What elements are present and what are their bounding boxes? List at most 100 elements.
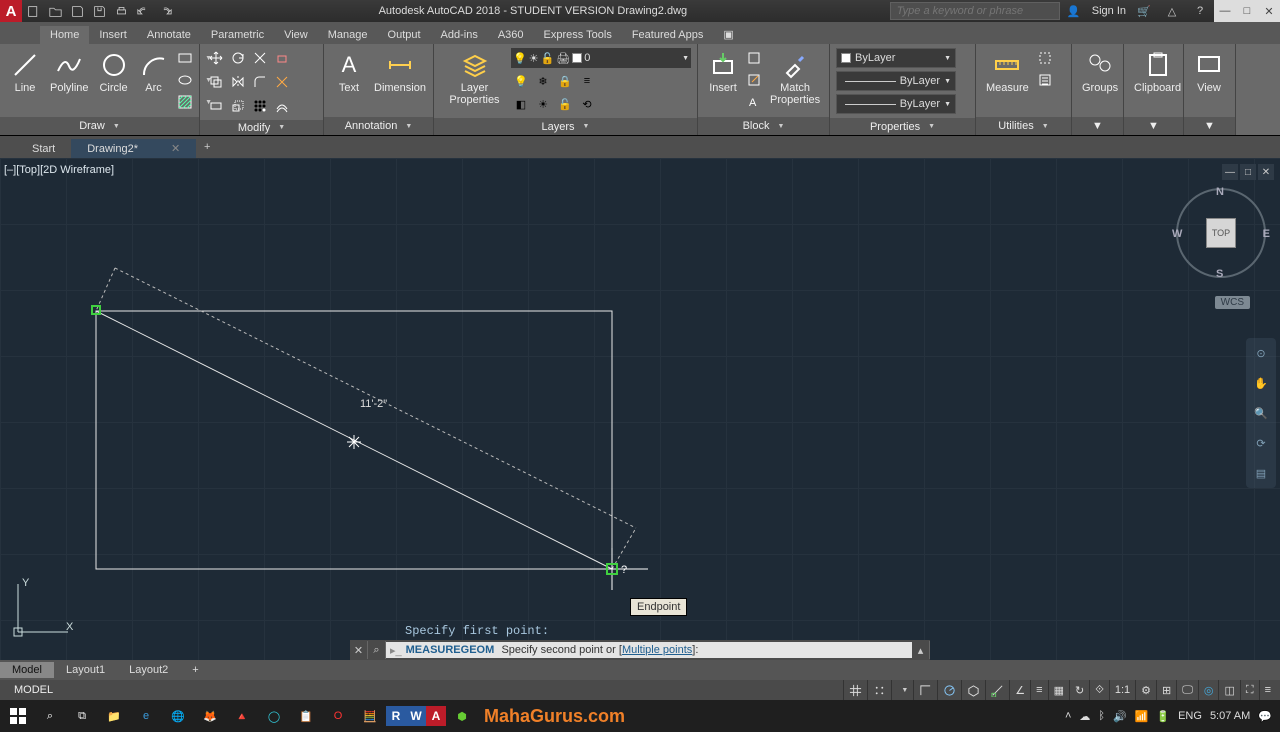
file-tab-new[interactable]: + (196, 136, 218, 158)
panel-draw-title[interactable]: Draw (0, 117, 199, 135)
isodraft-toggle[interactable] (961, 680, 985, 700)
lwt-toggle[interactable]: ≡ (1030, 680, 1047, 700)
layer-properties-button[interactable]: Layer Properties (440, 48, 509, 108)
tray-clock[interactable]: 5:07 AM (1210, 710, 1250, 722)
vlc-icon[interactable]: 🔺 (226, 701, 258, 731)
signin-label[interactable]: Sign In (1092, 5, 1126, 17)
exchange-icon[interactable]: 🛒 (1134, 1, 1154, 21)
cmdline-expand-icon[interactable]: ▴ (912, 641, 930, 659)
tab-expresstools[interactable]: Express Tools (534, 26, 622, 44)
tab-annotate[interactable]: Annotate (137, 26, 201, 44)
trim-icon[interactable] (250, 48, 270, 68)
cleanscreen-icon[interactable]: ⛶ (1240, 680, 1259, 700)
create-block-icon[interactable] (744, 48, 764, 68)
arc-button[interactable]: Arc (135, 48, 173, 96)
file-tab-start[interactable]: Start (16, 140, 71, 158)
search-taskbar-icon[interactable]: ⌕ (34, 701, 66, 731)
layout1-tab[interactable]: Layout1 (54, 662, 117, 678)
match-properties-button[interactable]: Match Properties (766, 48, 824, 108)
gear-icon[interactable]: ⚙ (1135, 680, 1156, 700)
saveas-icon[interactable] (88, 0, 110, 22)
clipboard-button[interactable]: Clipboard (1130, 48, 1185, 96)
orbit-icon[interactable]: ⟳ (1250, 432, 1272, 454)
new-icon[interactable] (22, 0, 44, 22)
cmdline-close-icon[interactable]: ✕ (350, 641, 368, 659)
chrome-icon[interactable]: 🌐 (162, 701, 194, 731)
undo-icon[interactable] (132, 0, 154, 22)
opera-icon[interactable]: O (322, 701, 354, 731)
signin-icon[interactable]: 👤 (1064, 1, 1084, 21)
panel-layers-title[interactable]: Layers (434, 118, 697, 135)
app-icon[interactable]: A (0, 0, 22, 22)
layer-iso-icon[interactable]: ◧ (511, 94, 531, 114)
otrack-toggle[interactable]: ∠ (1009, 680, 1030, 700)
word-icon[interactable]: W (406, 706, 426, 726)
tab-parametric[interactable]: Parametric (201, 26, 274, 44)
file-tab-drawing2[interactable]: Drawing2* ✕ (71, 139, 196, 158)
layer-unlock-icon[interactable]: 🔓 (555, 94, 575, 114)
autocad-taskbar-icon[interactable]: A (426, 706, 446, 726)
viewcube[interactable]: N W E S TOP (1176, 188, 1266, 278)
tab-manage[interactable]: Manage (318, 26, 378, 44)
tray-cloud-icon[interactable]: ☁ (1079, 710, 1090, 723)
layer-prev-icon[interactable]: ⟲ (577, 94, 597, 114)
tray-expand-icon[interactable]: ˄ (1065, 710, 1071, 722)
tray-lang-icon[interactable]: ENG (1178, 710, 1202, 722)
layout2-tab[interactable]: Layout2 (117, 662, 180, 678)
tab-home[interactable]: Home (40, 26, 89, 44)
edit-attr-icon[interactable]: A (744, 92, 764, 112)
transparency-toggle[interactable]: ▦ (1048, 680, 1069, 700)
isolate-icon[interactable]: ◫ (1218, 680, 1239, 700)
edit-block-icon[interactable] (744, 70, 764, 90)
ellipse-icon[interactable] (175, 70, 195, 90)
annoscale-label[interactable]: 1:1 (1109, 680, 1135, 700)
layout-add[interactable]: + (180, 662, 210, 678)
scale-icon[interactable] (228, 96, 248, 116)
panel-clipboard-expand[interactable]: ▼ (1124, 117, 1183, 135)
layer-match-icon[interactable]: ≡ (577, 71, 597, 91)
circle-button[interactable]: Circle (95, 48, 133, 96)
redo-icon[interactable] (154, 0, 176, 22)
start-icon[interactable] (2, 701, 34, 731)
layer-thaw-icon[interactable]: ☀ (533, 94, 553, 114)
linetype-dropdown[interactable]: ByLayer▼ (836, 94, 956, 114)
rectangle-icon[interactable] (175, 48, 195, 68)
panel-groups-expand[interactable]: ▼ (1072, 117, 1123, 135)
lineweight-dropdown[interactable]: ByLayer▼ (836, 71, 956, 91)
polyline-button[interactable]: Polyline (46, 48, 93, 96)
tab-view[interactable]: View (274, 26, 318, 44)
annoscale-icon[interactable]: ⟐ (1089, 680, 1109, 700)
panel-block-title[interactable]: Block (698, 117, 829, 135)
a360-icon[interactable]: △ (1162, 1, 1182, 21)
customize-icon[interactable]: ≡ (1259, 680, 1276, 700)
select-all-icon[interactable] (1035, 48, 1055, 68)
maximize-button[interactable]: □ (1236, 0, 1258, 22)
tray-net-icon[interactable]: 📶 (1135, 710, 1149, 723)
groups-button[interactable]: Groups (1078, 48, 1122, 96)
tab-addins[interactable]: Add-ins (431, 26, 488, 44)
close-button[interactable]: ✕ (1258, 0, 1280, 22)
save-icon[interactable] (66, 0, 88, 22)
pan-icon[interactable]: ✋ (1250, 372, 1272, 394)
fillet-icon[interactable] (250, 72, 270, 92)
snap-menu[interactable] (891, 680, 913, 700)
model-indicator[interactable]: MODEL (4, 684, 63, 696)
app-icon-1[interactable]: ◯ (258, 701, 290, 731)
revit-icon[interactable]: R (386, 706, 406, 726)
tab-insert[interactable]: Insert (89, 26, 137, 44)
polar-toggle[interactable] (937, 680, 961, 700)
color-dropdown[interactable]: ByLayer▼ (836, 48, 956, 68)
insert-button[interactable]: Insert (704, 48, 742, 96)
showmotion-icon[interactable]: ▤ (1250, 462, 1272, 484)
grid-toggle[interactable] (843, 680, 867, 700)
quick-calc-icon[interactable] (1035, 70, 1055, 90)
move-icon[interactable] (206, 48, 226, 68)
help-icon[interactable]: ? (1190, 1, 1210, 21)
camtasia-icon[interactable]: ⬢ (446, 701, 478, 731)
full-nav-icon[interactable]: ⊙ (1250, 342, 1272, 364)
ortho-toggle[interactable] (913, 680, 937, 700)
panel-view-expand[interactable]: ▼ (1184, 117, 1235, 135)
model-tab[interactable]: Model (0, 662, 54, 678)
explorer-icon[interactable]: 📁 (98, 701, 130, 731)
rotate-icon[interactable] (228, 48, 248, 68)
